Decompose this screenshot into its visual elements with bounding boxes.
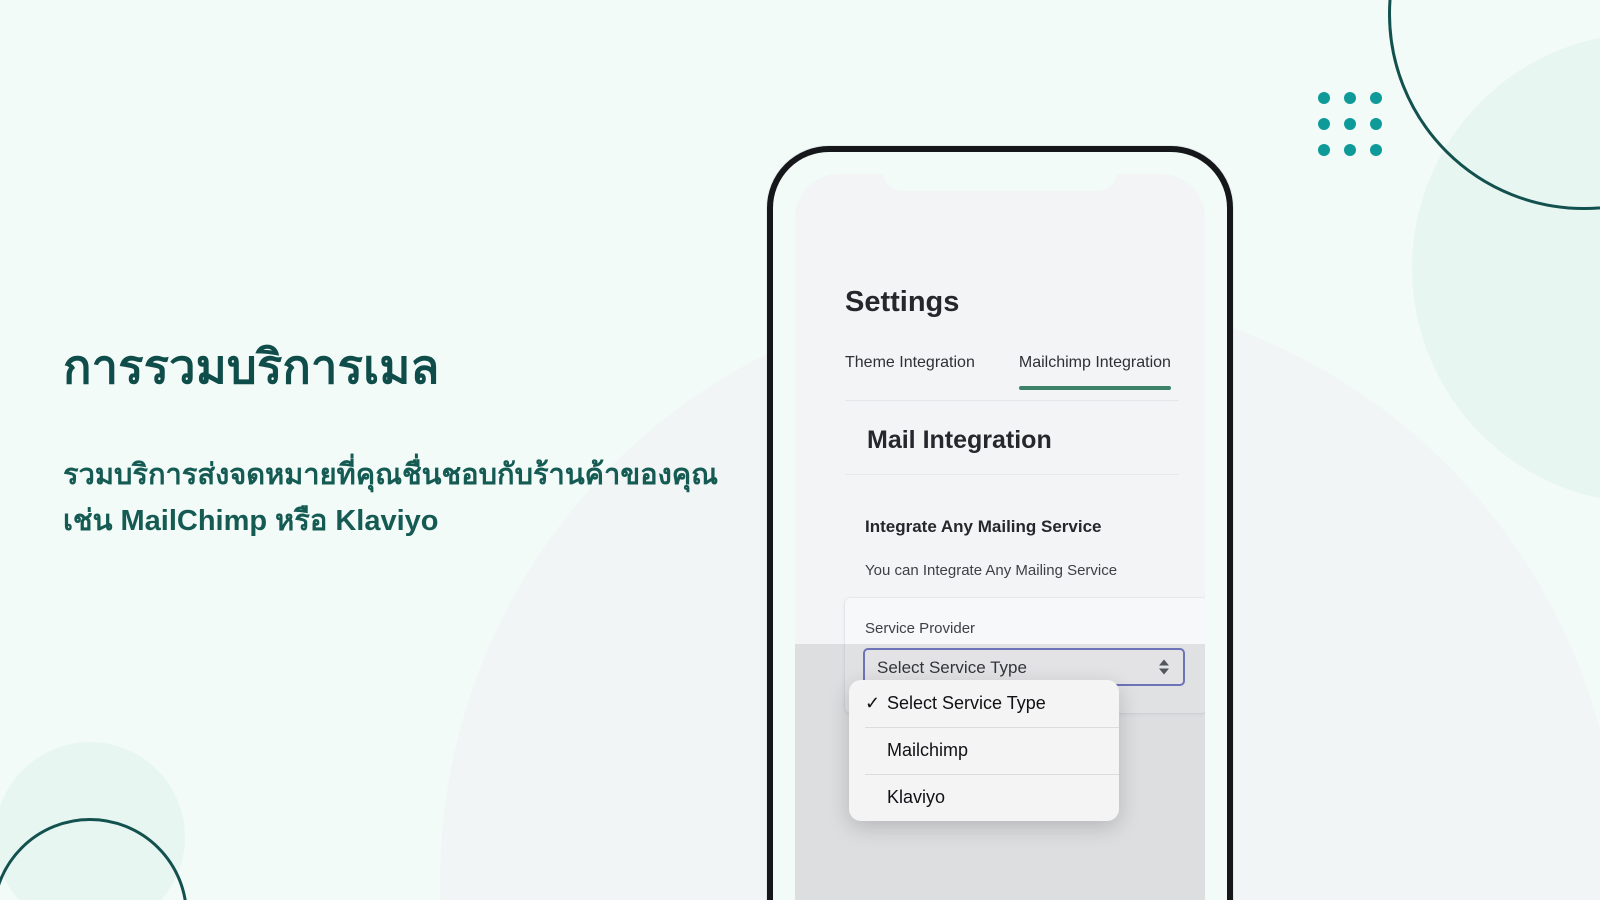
phone-screen: Settings Theme Integration Mailchimp Int… — [795, 174, 1205, 900]
grid-dot — [1370, 118, 1382, 130]
phone-notch — [882, 152, 1118, 191]
settings-heading: Settings — [845, 286, 960, 318]
hero-subtitle: รวมบริการส่งจดหมายที่คุณชื่นชอบกับร้านค้… — [63, 458, 719, 537]
grid-dot — [1344, 144, 1356, 156]
dropdown-option-klaviyo[interactable]: Klaviyo — [849, 774, 1119, 821]
service-provider-label: Service Provider — [865, 620, 976, 637]
background-ring-top-right — [1388, 0, 1600, 210]
tabs-divider — [845, 400, 1179, 401]
phone-mockup: Settings Theme Integration Mailchimp Int… — [767, 146, 1233, 900]
app-screen-content: Settings Theme Integration Mailchimp Int… — [795, 174, 1205, 900]
dot-grid-icon — [1318, 92, 1382, 156]
page-title: การรวมบริการเมล — [63, 340, 440, 393]
dropdown-option-mailchimp[interactable]: Mailchimp — [849, 727, 1119, 774]
dropdown-option-label: Klaviyo — [887, 787, 946, 807]
settings-tabs: Theme Integration Mailchimp Integration — [845, 354, 1193, 390]
tab-theme-integration[interactable]: Theme Integration — [845, 354, 975, 390]
integrate-service-title: Integrate Any Mailing Service — [865, 517, 1102, 536]
dropdown-option-label: Select Service Type — [887, 693, 1046, 713]
hero-copy: การรวมบริการเมล รวมบริการส่งจดหมายที่คุณ… — [63, 338, 753, 544]
integrate-service-description: You can Integrate Any Mailing Service — [865, 562, 1118, 579]
grid-dot — [1318, 92, 1330, 104]
dropdown-option-select-service-type[interactable]: ✓ Select Service Type — [849, 680, 1119, 727]
dropdown-option-label: Mailchimp — [887, 740, 969, 760]
grid-dot — [1370, 92, 1382, 104]
check-icon: ✓ — [865, 693, 881, 713]
mail-integration-heading: Mail Integration — [867, 426, 1052, 454]
tab-mailchimp-integration[interactable]: Mailchimp Integration — [1018, 354, 1172, 390]
service-type-dropdown-menu: ✓ Select Service Type Mailchimp Klaviyo — [849, 680, 1119, 821]
section-divider — [845, 474, 1179, 475]
grid-dot — [1318, 144, 1330, 156]
grid-dot — [1318, 118, 1330, 130]
grid-dot — [1344, 118, 1356, 130]
grid-dot — [1370, 144, 1382, 156]
grid-dot — [1344, 92, 1356, 104]
